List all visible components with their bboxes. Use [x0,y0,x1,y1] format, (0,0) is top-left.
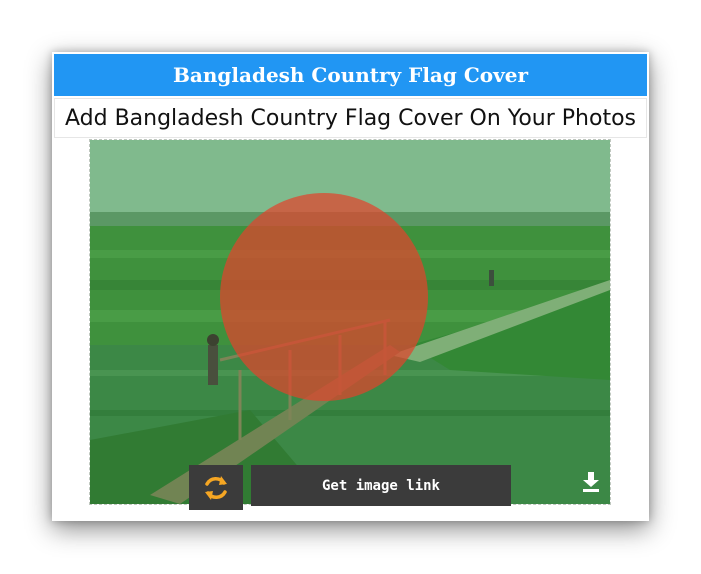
flag-cover-card: Bangladesh Country Flag Cover Add Bangla… [52,52,649,521]
get-image-link-button[interactable]: Get image link [251,465,511,506]
download-icon[interactable] [582,472,600,492]
photo-preview[interactable] [89,139,611,505]
flag-overlay-photo [90,140,610,504]
refresh-icon [205,475,227,500]
page-subtitle: Add Bangladesh Country Flag Cover On You… [54,98,647,138]
page-title: Bangladesh Country Flag Cover [54,54,647,96]
refresh-button[interactable] [189,465,243,510]
